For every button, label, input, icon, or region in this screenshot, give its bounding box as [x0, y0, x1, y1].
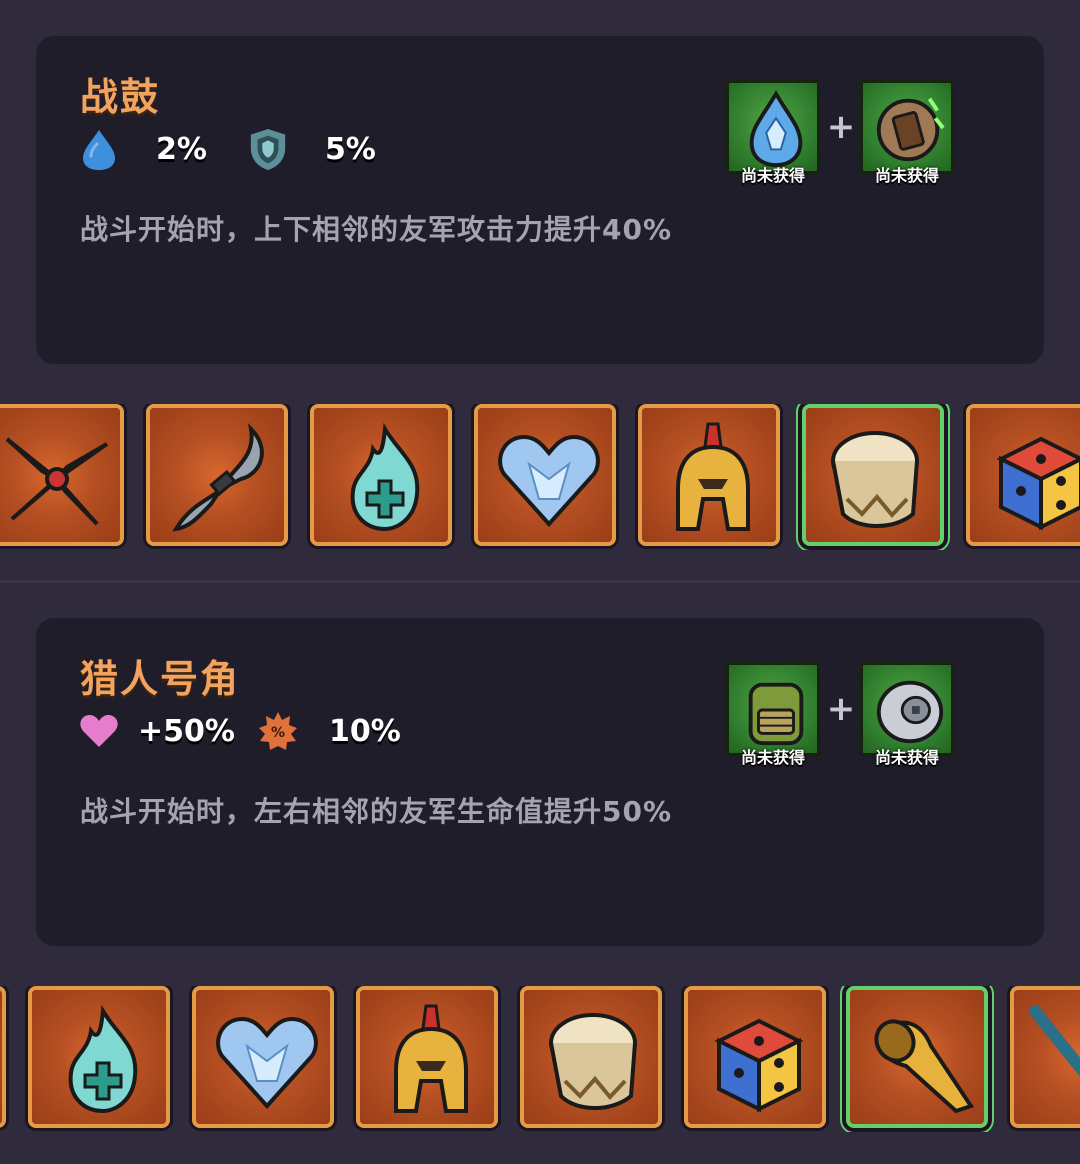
- item-tile[interactable]: [474, 404, 616, 546]
- item-tile[interactable]: [684, 986, 826, 1128]
- heart-icon: [78, 710, 120, 752]
- recipe-status: 尚未获得: [740, 166, 805, 185]
- stat-value: +50%: [138, 713, 235, 749]
- plus-icon: +: [826, 107, 856, 147]
- item-tile[interactable]: [146, 404, 288, 546]
- crit-percent-icon: %: [257, 710, 299, 752]
- recipe: + 尚未获得 尚未获得: [726, 662, 966, 772]
- item-stats: 2% 5%: [78, 128, 416, 170]
- silver-disc-icon: [871, 671, 949, 749]
- recipe-slot[interactable]: [860, 80, 954, 174]
- flower-staff-icon: [1025, 1001, 1080, 1121]
- item-tile[interactable]: [0, 404, 124, 546]
- item-tile[interactable]: [192, 986, 334, 1128]
- item-tile[interactable]: [1010, 986, 1080, 1128]
- item-description: 战斗开始时，左右相邻的友军生命值提升50%: [80, 795, 673, 828]
- item-detail-panel: 战鼓 2% 5% 战斗开始时，上下相邻的友军攻击力提升40% + 尚未获得 尚未: [36, 36, 1044, 364]
- dice-icon: [981, 419, 1080, 539]
- item-tile[interactable]: [0, 986, 6, 1128]
- stat-value: 5%: [324, 131, 376, 167]
- shield-icon: [247, 128, 289, 170]
- wooden-shield-icon: [871, 89, 949, 167]
- item-tile[interactable]: [520, 986, 662, 1128]
- recipe: + 尚未获得 尚未获得: [726, 80, 966, 190]
- healing-flame-icon: [325, 419, 445, 539]
- recipe-slot[interactable]: [726, 80, 820, 174]
- recipe-slot[interactable]: [726, 662, 820, 756]
- plus-icon: +: [826, 689, 856, 729]
- crystal-heart-icon: [207, 1001, 327, 1121]
- recipe-status: 尚未获得: [874, 748, 939, 767]
- stat-value: 2%: [156, 131, 207, 167]
- item-tile[interactable]: [310, 404, 452, 546]
- item-selector-row: [0, 404, 1080, 550]
- item-tile[interactable]: [28, 986, 170, 1128]
- item-card-hunter-horn: 猎人号角 +50% % 10% 战斗开始时，左右相邻的友军生命值提升50% + …: [0, 582, 1080, 1164]
- water-drop-icon: [78, 128, 120, 170]
- stat-value: 10%: [328, 713, 401, 749]
- item-title: 猎人号角: [80, 657, 241, 701]
- svg-text:%: %: [271, 725, 285, 741]
- backpack-icon: [737, 671, 815, 749]
- dice-icon: [699, 1001, 819, 1121]
- item-title: 战鼓: [80, 75, 161, 119]
- shuriken-icon: [0, 419, 117, 539]
- hunter-horn-icon: [861, 1001, 981, 1121]
- spartan-helmet-icon: [371, 1001, 491, 1121]
- spartan-helmet-icon: [653, 419, 773, 539]
- item-tile[interactable]: [638, 404, 780, 546]
- item-tile[interactable]: [356, 986, 498, 1128]
- blue-crystal-drop-icon: [737, 89, 815, 167]
- crystal-heart-icon: [489, 419, 609, 539]
- item-description: 战斗开始时，上下相邻的友军攻击力提升40%: [80, 213, 673, 246]
- item-detail-panel: 猎人号角 +50% % 10% 战斗开始时，左右相邻的友军生命值提升50% + …: [36, 618, 1044, 946]
- double-blade-icon: [161, 419, 281, 539]
- item-tile-selected[interactable]: [846, 986, 988, 1128]
- item-selector-row: [0, 986, 1080, 1132]
- item-card-war-drum: 战鼓 2% 5% 战斗开始时，上下相邻的友军攻击力提升40% + 尚未获得 尚未: [0, 0, 1080, 582]
- item-tile[interactable]: [966, 404, 1080, 546]
- item-stats: +50% % 10%: [78, 710, 441, 752]
- item-tile-selected[interactable]: [802, 404, 944, 546]
- recipe-slot[interactable]: [860, 662, 954, 756]
- recipe-status: 尚未获得: [740, 748, 805, 767]
- war-drum-icon: [535, 1001, 655, 1121]
- healing-flame-icon: [43, 1001, 163, 1121]
- war-drum-icon: [817, 419, 937, 539]
- recipe-status: 尚未获得: [874, 166, 939, 185]
